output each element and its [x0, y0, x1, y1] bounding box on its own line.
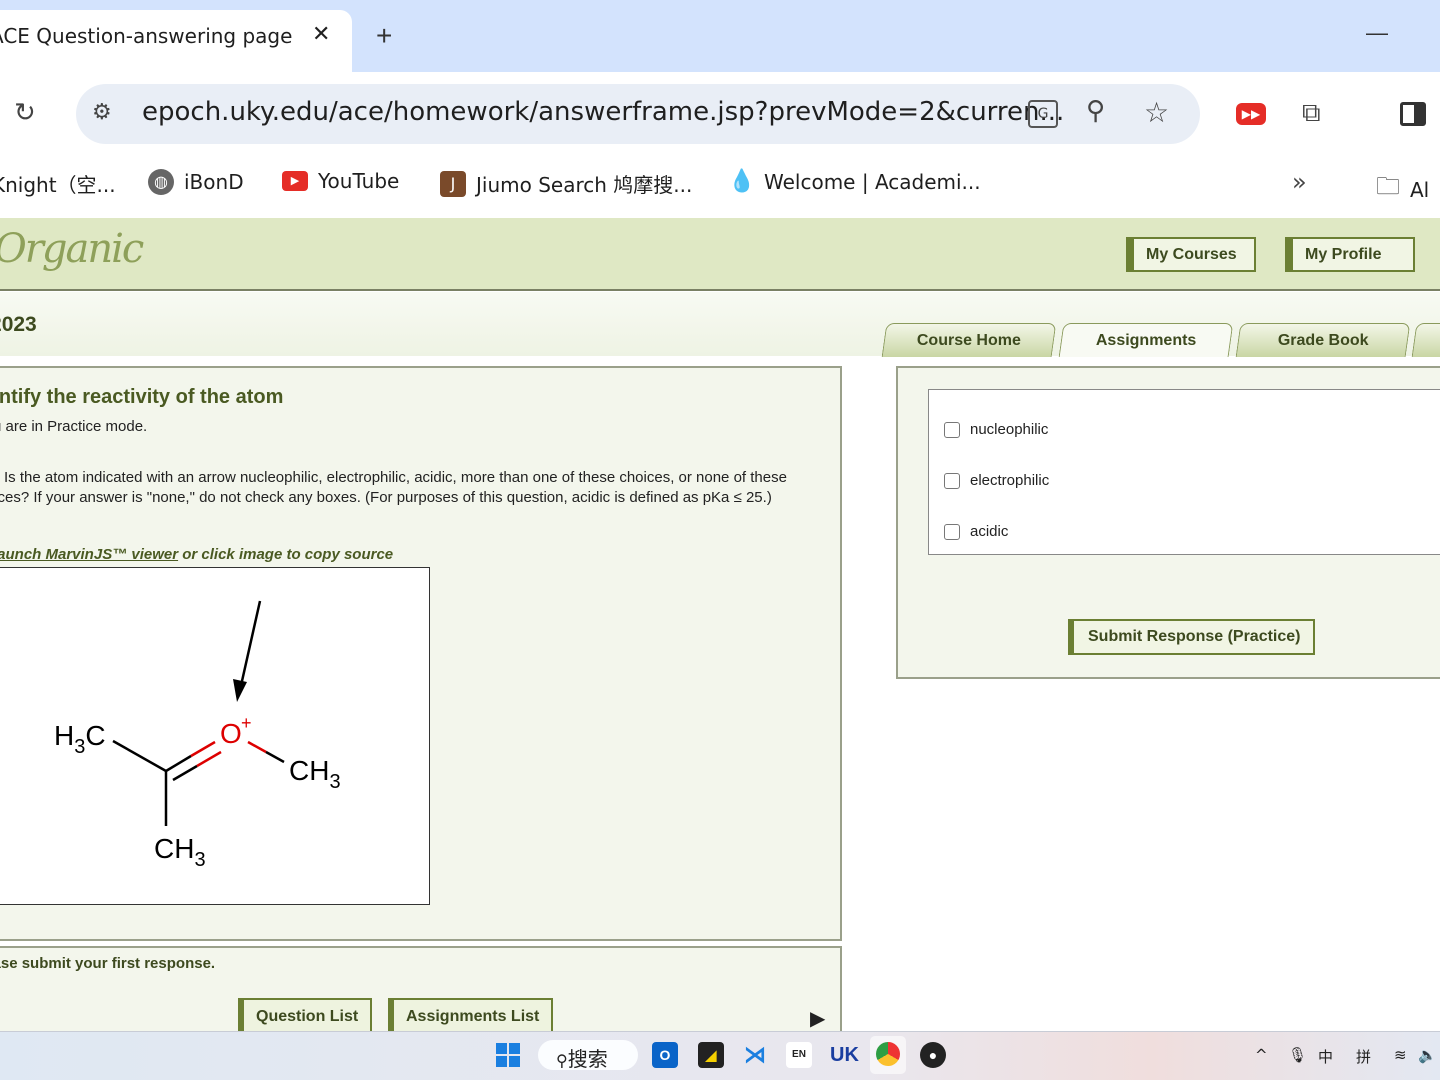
search-icon: ⚲: [556, 1053, 568, 1070]
bookmark-folder[interactable]: 🗀 Al: [1376, 169, 1429, 210]
my-profile-button[interactable]: My Profile: [1285, 237, 1415, 272]
windows-start-icon[interactable]: [496, 1043, 520, 1067]
indicator-arrow: [238, 600, 262, 691]
my-courses-button[interactable]: My Courses: [1126, 237, 1256, 272]
atom-label-right-methyl: CH3: [289, 755, 341, 793]
youtube-extension-icon[interactable]: ▶▶: [1236, 103, 1266, 125]
choice-nucleophilic[interactable]: nucleophilic: [944, 421, 1048, 438]
close-tab-icon[interactable]: ✕: [312, 22, 330, 47]
organic-logo: Organic: [0, 226, 144, 272]
bookmark-item[interactable]: ◍ iBonD: [148, 169, 244, 195]
jiumo-icon: J: [440, 170, 466, 197]
tab-assignments[interactable]: Assignments: [1058, 323, 1234, 357]
molecule-image[interactable]: H3C O + CH3 CH3: [0, 567, 430, 905]
question-title: Identify the reactivity of the atom: [0, 386, 284, 408]
chrome-icon: [876, 1042, 900, 1066]
browser-tab[interactable]: ACE Question-answering page ✕: [0, 10, 352, 72]
microphone-icon[interactable]: 🎙: [1288, 1046, 1307, 1064]
choice-electrophilic[interactable]: electrophilic: [944, 472, 1049, 489]
drupal-icon: 💧: [728, 169, 756, 194]
tab-course-home[interactable]: Course Home: [881, 323, 1057, 357]
taskbar-search[interactable]: ⚲搜索: [538, 1040, 638, 1071]
site-settings-icon[interactable]: ⚙: [92, 100, 112, 125]
atom-label-bottom-methyl: CH3: [154, 833, 206, 871]
globe-icon: ◍: [148, 169, 174, 195]
tab-more[interactable]: [1411, 323, 1440, 357]
wifi-icon[interactable]: ≋: [1394, 1046, 1407, 1064]
checkbox[interactable]: [944, 523, 960, 540]
course-term: Fall 2023: [0, 313, 37, 336]
volume-icon[interactable]: 🔈: [1418, 1046, 1437, 1064]
bookmark-item[interactable]: 💧 Welcome | Academi...: [728, 169, 981, 195]
ime-mode[interactable]: 中: [1318, 1046, 1333, 1067]
double-bond: [196, 750, 222, 768]
atom-label-left-methyl: H3C: [54, 720, 106, 758]
side-panel-icon[interactable]: [1400, 102, 1426, 126]
bookmark-item[interactable]: Knight（空...: [0, 169, 116, 198]
atom-charge: +: [241, 713, 252, 733]
tab-grade-book[interactable]: Grade Book: [1235, 323, 1411, 357]
translate-icon[interactable]: G: [1028, 100, 1058, 128]
bond: [112, 739, 167, 773]
chrome-taskbar-button[interactable]: [870, 1036, 906, 1074]
atom-label-oxygen: O: [220, 718, 242, 749]
response-message: Please submit your first response.: [0, 955, 216, 972]
submit-response-button[interactable]: Submit Response (Practice): [1068, 619, 1315, 655]
sticky-notes-icon[interactable]: ◢: [698, 1042, 724, 1068]
uk-icon[interactable]: UK: [830, 1042, 859, 1068]
question-list-button[interactable]: Question List: [238, 998, 373, 1034]
vscode-icon[interactable]: ⋊: [742, 1042, 768, 1068]
choice-acidic[interactable]: acidic: [944, 523, 1008, 540]
molecule-structure: H3C O + CH3 CH3: [54, 600, 341, 871]
checkbox[interactable]: [944, 472, 960, 489]
tab-title: ACE Question-answering page: [0, 24, 293, 48]
minimize-button[interactable]: —: [1366, 20, 1388, 46]
bookmark-item[interactable]: ▶ YouTube: [282, 169, 399, 193]
marvin-viewer-link[interactable]: Launch MarvinJS™ viewer: [0, 546, 178, 563]
question-text: Is the atom indicated with an arrow nucl…: [0, 469, 787, 506]
ime-pinyin[interactable]: 拼: [1356, 1046, 1371, 1067]
checkbox[interactable]: [944, 421, 960, 438]
assignments-list-button[interactable]: Assignments List: [388, 998, 554, 1034]
mode-notice: You are in Practice mode.: [0, 418, 148, 435]
marvin-instructions: Launch MarvinJS™ viewer or click image t…: [0, 546, 393, 563]
bookmark-item[interactable]: J Jiumo Search 鸠摩搜...: [440, 169, 692, 198]
bond: [247, 740, 267, 754]
double-bond: [190, 740, 216, 758]
folder-icon: 🗀: [1376, 172, 1400, 200]
obs-icon[interactable]: ●: [920, 1042, 946, 1068]
bond: [265, 750, 285, 764]
url-text[interactable]: epoch.uky.edu/ace/homework/answerframe.j…: [142, 97, 1064, 127]
new-tab-button[interactable]: +: [376, 20, 392, 52]
next-arrow-icon[interactable]: ▶: [810, 1006, 825, 1031]
reload-icon[interactable]: ↻: [14, 98, 36, 128]
double-bond: [172, 764, 198, 782]
ime-app-icon[interactable]: EN: [786, 1042, 812, 1068]
arrow-head-icon: [233, 679, 247, 702]
more-bookmarks-icon[interactable]: »: [1292, 168, 1307, 196]
outlook-icon[interactable]: O: [652, 1042, 678, 1068]
youtube-icon: ▶: [282, 171, 308, 191]
tray-overflow-icon[interactable]: ^: [1255, 1046, 1268, 1064]
extensions-icon[interactable]: ⧉: [1302, 98, 1321, 129]
double-bond: [165, 754, 192, 773]
zoom-icon[interactable]: ⚲: [1086, 96, 1105, 126]
bookmark-star-icon[interactable]: ☆: [1144, 96, 1169, 129]
